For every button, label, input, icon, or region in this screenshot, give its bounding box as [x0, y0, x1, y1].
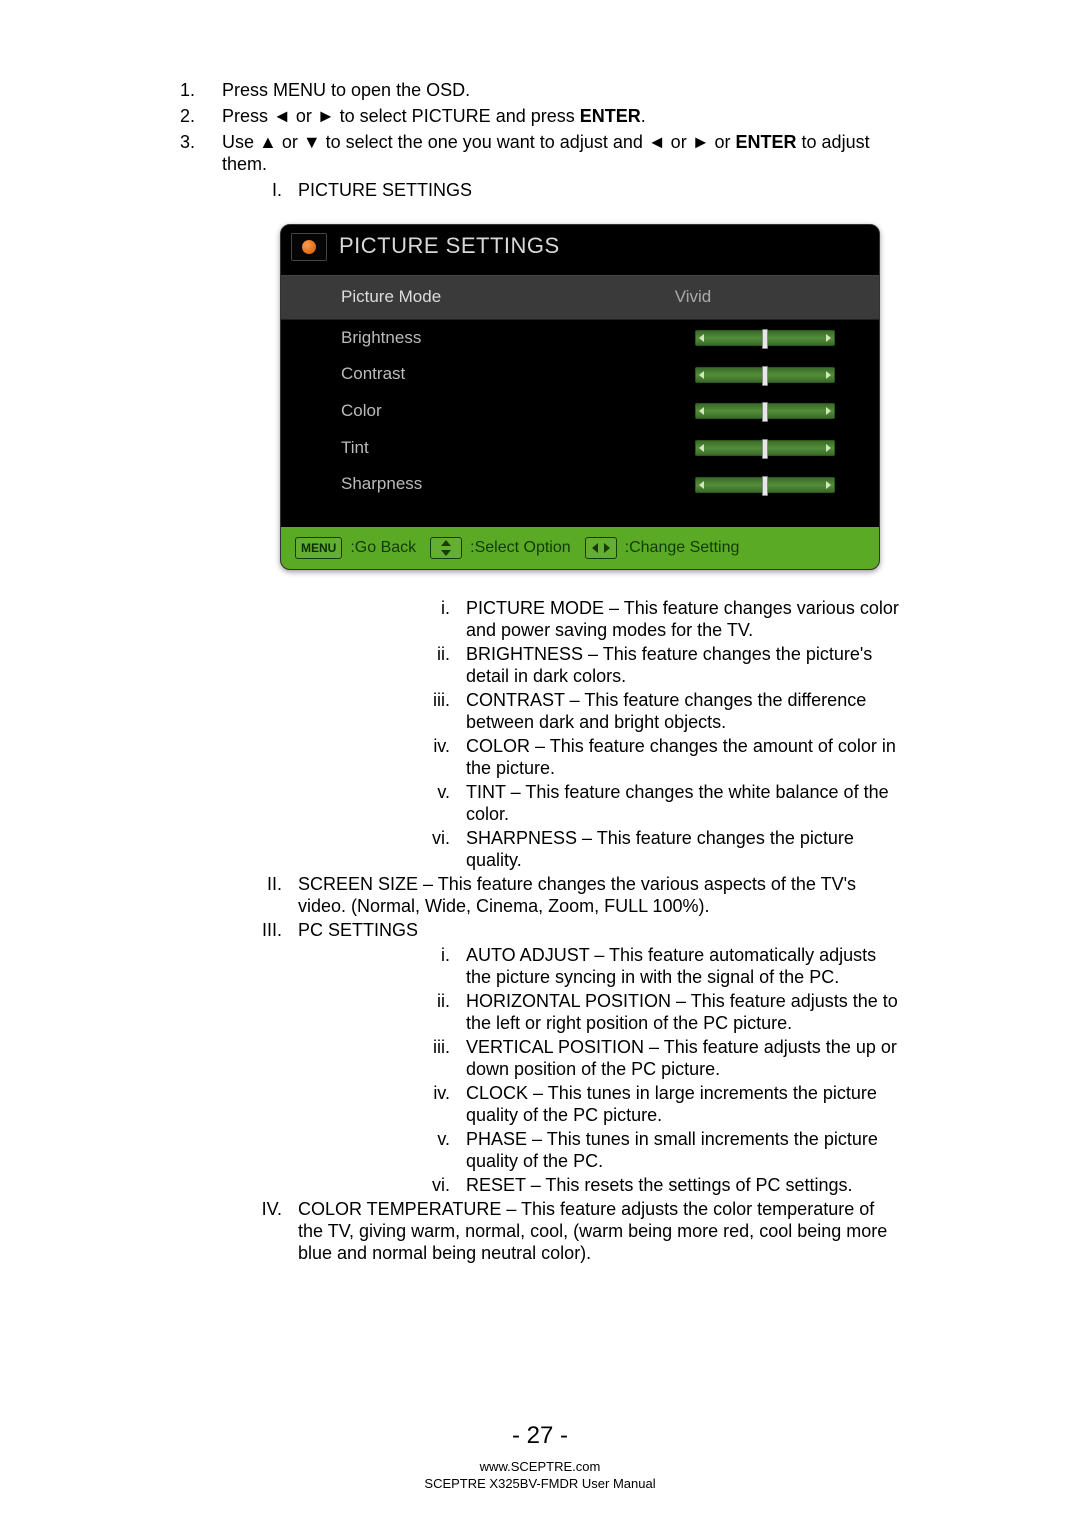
section-screen-size: II SCREEN SIZE – This feature changes th… [222, 874, 900, 918]
step-1: Press MENU to open the OSD. [180, 80, 900, 102]
step-3-enter: ENTER [736, 132, 797, 152]
page-footer: - 27 - www.SCEPTRE.com SCEPTRE X325BV-FM… [0, 1422, 1080, 1493]
section-pc-settings: III PC SETTINGS iAUTO ADJUST – This feat… [222, 920, 900, 1197]
footer-select: :Select Option [470, 538, 571, 558]
leftright-key-icon [585, 537, 617, 559]
osd-row-sharpness[interactable]: Sharpness [281, 466, 879, 503]
updown-key-icon [430, 537, 462, 559]
slider-thumb[interactable] [762, 402, 768, 422]
color-slider[interactable] [695, 403, 835, 419]
footer-change: :Change Setting [625, 538, 740, 558]
osd-label: Brightness [341, 328, 551, 349]
step-2-text-c: . [641, 106, 646, 126]
slider-thumb[interactable] [762, 476, 768, 496]
osd-label: Picture Mode [341, 287, 551, 308]
osd-row-contrast[interactable]: Contrast [281, 356, 879, 393]
picture-items: iPICTURE MODE – This feature changes var… [418, 598, 900, 871]
footer-manual: SCEPTRE X325BV-FMDR User Manual [0, 1475, 1080, 1493]
pc-items: iAUTO ADJUST – This feature automaticall… [418, 945, 900, 1196]
list-item: iiiVERTICAL POSITION – This feature adju… [418, 1037, 900, 1081]
section-picture-settings: I PICTURE SETTINGS PICTURE SETTINGS Pict… [222, 180, 900, 872]
picture-settings-icon [291, 233, 327, 261]
step-2-enter: ENTER [580, 106, 641, 126]
osd-row-picture-mode[interactable]: Picture Mode Vivid [281, 275, 879, 320]
section-label: PC SETTINGS [298, 920, 418, 940]
slider-thumb[interactable] [762, 329, 768, 349]
list-item: iAUTO ADJUST – This feature automaticall… [418, 945, 900, 989]
osd-label: Tint [341, 438, 551, 459]
contrast-slider[interactable] [695, 367, 835, 383]
slider-thumb[interactable] [762, 366, 768, 386]
page-number: - 27 - [0, 1422, 1080, 1450]
list-item: vPHASE – This tunes in small increments … [418, 1129, 900, 1173]
list-item: viSHARPNESS – This feature changes the p… [418, 828, 900, 872]
section-label: PICTURE SETTINGS [298, 180, 472, 200]
list-item: iiBRIGHTNESS – This feature changes the … [418, 644, 900, 688]
step-3: Use ▲ or ▼ to select the one you want to… [180, 132, 900, 1265]
osd-label: Contrast [341, 364, 551, 385]
footer-url: www.SCEPTRE.com [0, 1458, 1080, 1476]
section-marker: II [222, 874, 282, 896]
osd-screenshot: PICTURE SETTINGS Picture Mode Vivid Brig… [280, 224, 880, 570]
step-2-text-a: Press ◄ or ► to select PICTURE and press [222, 106, 580, 126]
osd-footer: MENU :Go Back :Select Option :Change Set… [281, 527, 879, 569]
list-item: iiiCONTRAST – This feature changes the d… [418, 690, 900, 734]
picture-mode-value: Vivid [551, 287, 835, 308]
section-marker: IV [222, 1199, 282, 1221]
osd-title: PICTURE SETTINGS [339, 233, 560, 260]
step-2: Press ◄ or ► to select PICTURE and press… [180, 106, 900, 128]
footer-goback: :Go Back [350, 538, 416, 558]
sharpness-slider[interactable] [695, 477, 835, 493]
section-list: I PICTURE SETTINGS PICTURE SETTINGS Pict… [222, 180, 900, 1265]
brightness-slider[interactable] [695, 330, 835, 346]
osd-label: Sharpness [341, 474, 551, 495]
list-item: ivCOLOR – This feature changes the amoun… [418, 736, 900, 780]
instruction-list: Press MENU to open the OSD. Press ◄ or ►… [180, 80, 900, 1265]
list-item: iiHORIZONTAL POSITION – This feature adj… [418, 991, 900, 1035]
osd-header: PICTURE SETTINGS [281, 225, 879, 275]
section-label: COLOR TEMPERATURE – This feature adjusts… [298, 1199, 887, 1263]
list-item: viRESET – This resets the settings of PC… [418, 1175, 900, 1197]
slider-thumb[interactable] [762, 439, 768, 459]
menu-key-icon: MENU [295, 537, 342, 559]
osd-row-tint[interactable]: Tint [281, 430, 879, 467]
osd-row-brightness[interactable]: Brightness [281, 320, 879, 357]
osd-row-color[interactable]: Color [281, 393, 879, 430]
tint-slider[interactable] [695, 440, 835, 456]
section-marker: III [222, 920, 282, 942]
section-marker: I [222, 180, 282, 202]
step-3-text-a: Use ▲ or ▼ to select the one you want to… [222, 132, 736, 152]
section-color-temperature: IV COLOR TEMPERATURE – This feature adju… [222, 1199, 900, 1265]
list-item: iPICTURE MODE – This feature changes var… [418, 598, 900, 642]
list-item: vTINT – This feature changes the white b… [418, 782, 900, 826]
list-item: ivCLOCK – This tunes in large increments… [418, 1083, 900, 1127]
section-label: SCREEN SIZE – This feature changes the v… [298, 874, 856, 916]
osd-label: Color [341, 401, 551, 422]
